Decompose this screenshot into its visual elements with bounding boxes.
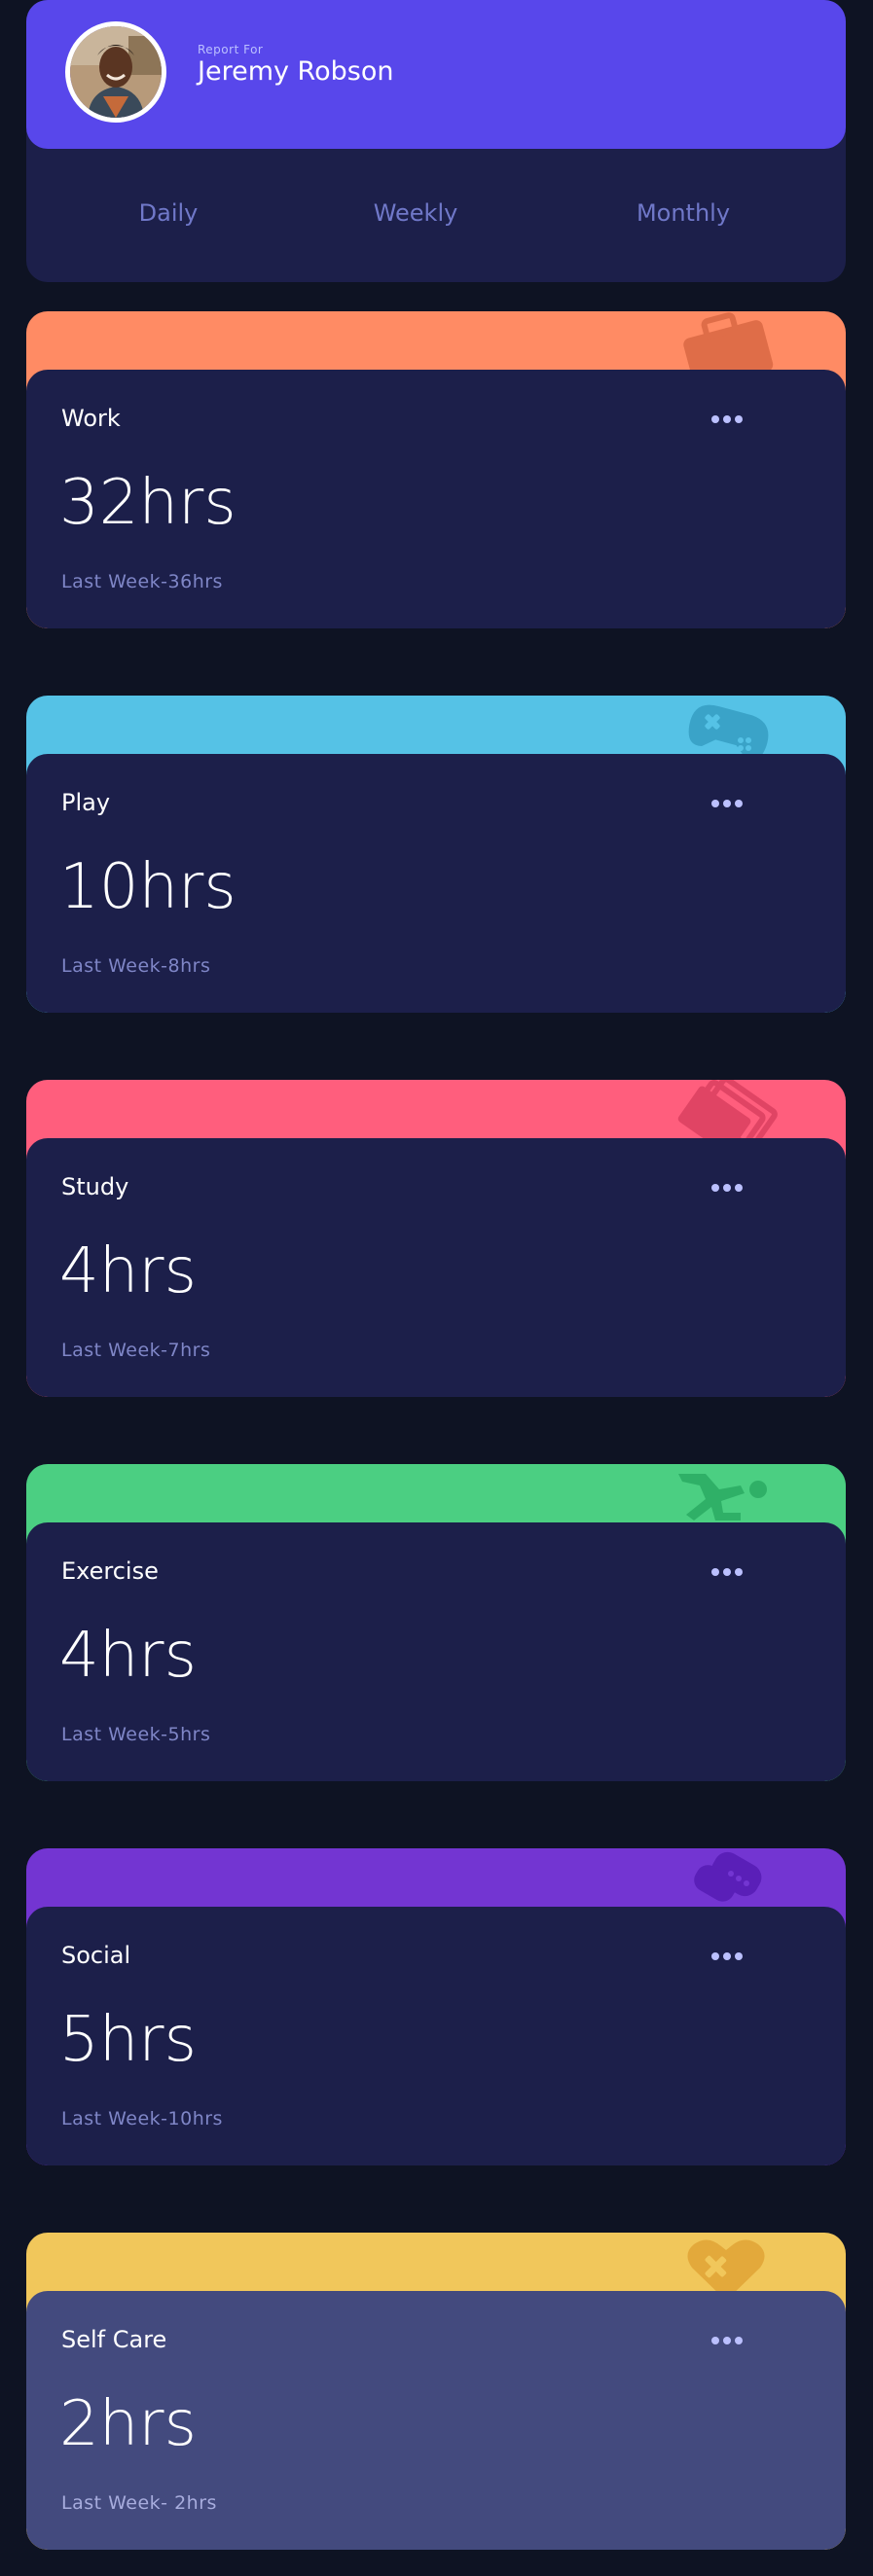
period-tab-weekly[interactable]: Weekly [374, 199, 458, 227]
report-for-label: Report For [198, 43, 264, 56]
user-name: Jeremy Robson [198, 56, 394, 87]
avatar-image [70, 26, 162, 118]
current-hours: 4hrs [59, 1235, 197, 1307]
current-hours: 5hrs [59, 2004, 197, 2076]
card-title: Play [61, 789, 111, 816]
activity-card-social[interactable]: Social 5hrs Last Week-10hrs [26, 1848, 846, 2165]
current-hours: 10hrs [59, 851, 236, 923]
previous-hours: Last Week-7hrs [61, 1340, 211, 1361]
activity-card-study[interactable]: Study 4hrs Last Week-7hrs [26, 1080, 846, 1397]
more-options-icon[interactable] [710, 1183, 744, 1193]
runner-icon [678, 1474, 767, 1521]
card-title: Exercise [61, 1557, 159, 1585]
period-tab-daily[interactable]: Daily [139, 199, 199, 227]
activity-card-exercise[interactable]: Exercise 4hrs Last Week-5hrs [26, 1464, 846, 1781]
card-title: Social [61, 1942, 131, 1969]
card-title: Study [61, 1173, 129, 1200]
book-icon [677, 1080, 778, 1144]
avatar [65, 21, 166, 123]
more-options-icon[interactable] [710, 414, 744, 424]
more-options-icon[interactable] [710, 1567, 744, 1577]
profile-card: Report For Jeremy Robson Daily Weekly Mo… [26, 0, 846, 282]
heart-icon [687, 2239, 765, 2297]
more-options-icon[interactable] [710, 799, 744, 808]
card-body: Work 32hrs Last Week-36hrs [26, 370, 846, 628]
card-title: Self Care [61, 2326, 167, 2353]
previous-hours: Last Week-36hrs [61, 571, 223, 592]
more-options-icon[interactable] [710, 2336, 744, 2345]
card-body: Social 5hrs Last Week-10hrs [26, 1907, 846, 2165]
card-body: Self Care 2hrs Last Week- 2hrs [26, 2291, 846, 2550]
activity-card-work[interactable]: Work 32hrs Last Week-36hrs [26, 311, 846, 628]
gamepad-icon [688, 704, 769, 760]
current-hours: 2hrs [59, 2388, 197, 2460]
previous-hours: Last Week-8hrs [61, 955, 211, 977]
card-body: Exercise 4hrs Last Week-5hrs [26, 1522, 846, 1781]
previous-hours: Last Week- 2hrs [61, 2492, 217, 2514]
current-hours: 4hrs [59, 1620, 197, 1692]
previous-hours: Last Week-10hrs [61, 2108, 223, 2129]
card-title: Work [61, 405, 121, 432]
more-options-icon[interactable] [710, 1951, 744, 1961]
card-body: Play 10hrs Last Week-8hrs [26, 754, 846, 1013]
card-body: Study 4hrs Last Week-7hrs [26, 1138, 846, 1397]
previous-hours: Last Week-5hrs [61, 1724, 211, 1745]
period-tab-monthly[interactable]: Monthly [637, 199, 730, 227]
activity-card-play[interactable]: Play 10hrs Last Week-8hrs [26, 696, 846, 1013]
profile-header: Report For Jeremy Robson [26, 0, 846, 149]
briefcase-icon [683, 312, 774, 376]
activity-card-self-care[interactable]: Self Care 2hrs Last Week- 2hrs [26, 2233, 846, 2550]
chat-icon [694, 1851, 762, 1902]
current-hours: 32hrs [59, 467, 236, 539]
